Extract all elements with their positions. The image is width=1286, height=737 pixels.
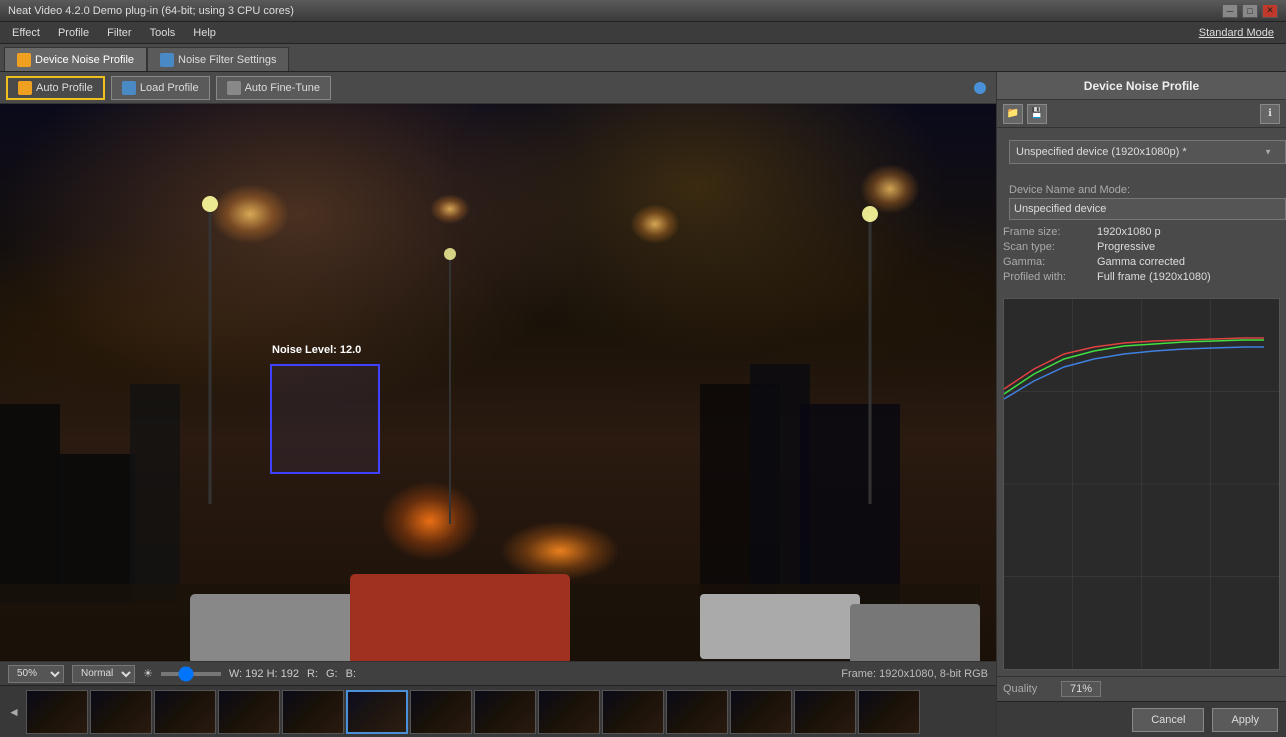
device-dropdown[interactable]: Unspecified device (1920x1080p) * bbox=[1009, 140, 1286, 164]
load-profile-button[interactable]: Load Profile bbox=[111, 76, 210, 100]
device-noise-profile-tab-icon bbox=[17, 53, 31, 67]
film-frame-12[interactable] bbox=[730, 690, 792, 734]
left-panel: Auto Profile Load Profile Auto Fine-Tune bbox=[0, 72, 996, 737]
frame-info: Frame: 1920x1080, 8-bit RGB bbox=[841, 668, 988, 680]
frame-size-row: Frame size: 1920x1080 p bbox=[1003, 226, 1280, 238]
content-area: Auto Profile Load Profile Auto Fine-Tune bbox=[0, 72, 1286, 737]
film-frame-7[interactable] bbox=[410, 690, 472, 734]
film-frame-8[interactable] bbox=[474, 690, 536, 734]
device-name-section-label: Device Name and Mode: bbox=[1003, 182, 1280, 198]
auto-fine-tune-icon bbox=[227, 81, 241, 95]
auto-fine-tune-label: Auto Fine-Tune bbox=[245, 82, 320, 94]
quality-value: 71% bbox=[1061, 681, 1101, 697]
r-label: R: bbox=[307, 668, 318, 680]
noise-overlay bbox=[0, 104, 996, 661]
frame-size-value: 1920x1080 p bbox=[1097, 226, 1161, 238]
dimensions-label: W: 192 H: 192 bbox=[229, 668, 299, 680]
open-profile-button[interactable]: 📁 bbox=[1003, 104, 1023, 124]
auto-fine-tune-button[interactable]: Auto Fine-Tune bbox=[216, 76, 331, 100]
film-frame-13[interactable] bbox=[794, 690, 856, 734]
scan-type-row: Scan type: Progressive bbox=[1003, 241, 1280, 253]
film-frame-1[interactable] bbox=[26, 690, 88, 734]
menu-effect[interactable]: Effect bbox=[4, 25, 48, 41]
filmstrip: ◄ bbox=[0, 685, 996, 737]
save-profile-button[interactable]: 💾 bbox=[1027, 104, 1047, 124]
title-text: Neat Video 4.2.0 Demo plug-in (64-bit; u… bbox=[8, 5, 294, 17]
cancel-button[interactable]: Cancel bbox=[1132, 708, 1204, 732]
load-profile-label: Load Profile bbox=[140, 82, 199, 94]
right-panel-title: Device Noise Profile bbox=[1084, 79, 1199, 93]
right-panel: Device Noise Profile 📁 💾 ℹ Unspecified d… bbox=[996, 72, 1286, 737]
menu-tools[interactable]: Tools bbox=[142, 25, 184, 41]
mode-select[interactable]: Normal bbox=[72, 665, 135, 683]
video-toolbar: Auto Profile Load Profile Auto Fine-Tune bbox=[0, 72, 996, 104]
info-button[interactable]: ℹ bbox=[1260, 104, 1280, 124]
tab-noise-filter-settings[interactable]: Noise Filter Settings bbox=[147, 47, 289, 71]
profiled-key: Profiled with: bbox=[1003, 271, 1093, 283]
main-container: Device Noise Profile Noise Filter Settin… bbox=[0, 44, 1286, 737]
right-panel-toolbar: 📁 💾 ℹ bbox=[997, 100, 1286, 128]
gamma-value: Gamma corrected bbox=[1097, 256, 1185, 268]
film-frame-6[interactable] bbox=[346, 690, 408, 734]
profiled-value: Full frame (1920x1080) bbox=[1097, 271, 1211, 283]
close-button[interactable]: ✕ bbox=[1262, 4, 1278, 18]
video-canvas[interactable]: Noise Level: 12.0 bbox=[0, 104, 996, 661]
device-info: Device Name and Mode: Frame size: 1920x1… bbox=[997, 176, 1286, 292]
filmstrip-nav-left[interactable]: ◄ bbox=[8, 705, 20, 719]
maximize-button[interactable]: □ bbox=[1242, 4, 1258, 18]
g-label: G: bbox=[326, 668, 338, 680]
device-name-input[interactable] bbox=[1009, 198, 1286, 220]
tab-bar: Device Noise Profile Noise Filter Settin… bbox=[0, 44, 1286, 72]
film-frame-3[interactable] bbox=[154, 690, 216, 734]
apply-button[interactable]: Apply bbox=[1212, 708, 1278, 732]
scan-type-value: Progressive bbox=[1097, 241, 1155, 253]
frame-size-key: Frame size: bbox=[1003, 226, 1093, 238]
b-label: B: bbox=[346, 668, 356, 680]
device-dropdown-wrapper: Unspecified device (1920x1080p) * bbox=[1003, 134, 1280, 170]
tab-device-noise-profile[interactable]: Device Noise Profile bbox=[4, 47, 147, 71]
noise-level-label: Noise Level: 12.0 bbox=[272, 344, 361, 356]
menu-bar: Effect Profile Filter Tools Help Standar… bbox=[0, 22, 1286, 44]
noise-selection-box[interactable]: Noise Level: 12.0 bbox=[270, 364, 380, 474]
zoom-select[interactable]: 50% 25% 100% bbox=[8, 665, 64, 683]
film-frame-14[interactable] bbox=[858, 690, 920, 734]
auto-profile-button[interactable]: Auto Profile bbox=[6, 76, 105, 100]
film-frame-4[interactable] bbox=[218, 690, 280, 734]
status-indicator bbox=[974, 82, 986, 94]
film-frame-10[interactable] bbox=[602, 690, 664, 734]
title-buttons: ─ □ ✕ bbox=[1222, 4, 1278, 18]
bottom-buttons: Cancel Apply bbox=[997, 701, 1286, 737]
gamma-key: Gamma: bbox=[1003, 256, 1093, 268]
profiled-row: Profiled with: Full frame (1920x1080) bbox=[1003, 271, 1280, 283]
film-frame-5[interactable] bbox=[282, 690, 344, 734]
quality-bar: Quality 71% bbox=[997, 676, 1286, 701]
film-frame-11[interactable] bbox=[666, 690, 728, 734]
brightness-slider[interactable] bbox=[161, 672, 221, 676]
menu-items: Effect Profile Filter Tools Help bbox=[4, 25, 224, 41]
status-bar: 50% 25% 100% Normal ☀ W: 192 H: 192 R: G… bbox=[0, 661, 996, 685]
tab-noise-filter-settings-label: Noise Filter Settings bbox=[178, 54, 276, 66]
noise-profile-canvas bbox=[1003, 298, 1280, 670]
minimize-button[interactable]: ─ bbox=[1222, 4, 1238, 18]
load-profile-icon bbox=[122, 81, 136, 95]
video-background bbox=[0, 104, 996, 661]
scan-type-key: Scan type: bbox=[1003, 241, 1093, 253]
standard-mode-button[interactable]: Standard Mode bbox=[1199, 27, 1282, 39]
quality-label: Quality bbox=[1003, 683, 1053, 695]
tab-device-noise-profile-label: Device Noise Profile bbox=[35, 54, 134, 66]
gamma-row: Gamma: Gamma corrected bbox=[1003, 256, 1280, 268]
film-frame-2[interactable] bbox=[90, 690, 152, 734]
auto-profile-label: Auto Profile bbox=[36, 82, 93, 94]
menu-help[interactable]: Help bbox=[185, 25, 224, 41]
auto-profile-icon bbox=[18, 81, 32, 95]
noise-filter-settings-tab-icon bbox=[160, 53, 174, 67]
right-panel-header: Device Noise Profile bbox=[997, 72, 1286, 100]
title-bar: Neat Video 4.2.0 Demo plug-in (64-bit; u… bbox=[0, 0, 1286, 22]
menu-profile[interactable]: Profile bbox=[50, 25, 97, 41]
film-frame-9[interactable] bbox=[538, 690, 600, 734]
menu-filter[interactable]: Filter bbox=[99, 25, 139, 41]
noise-profile-svg bbox=[1004, 299, 1279, 669]
brightness-icon: ☀ bbox=[143, 667, 153, 680]
